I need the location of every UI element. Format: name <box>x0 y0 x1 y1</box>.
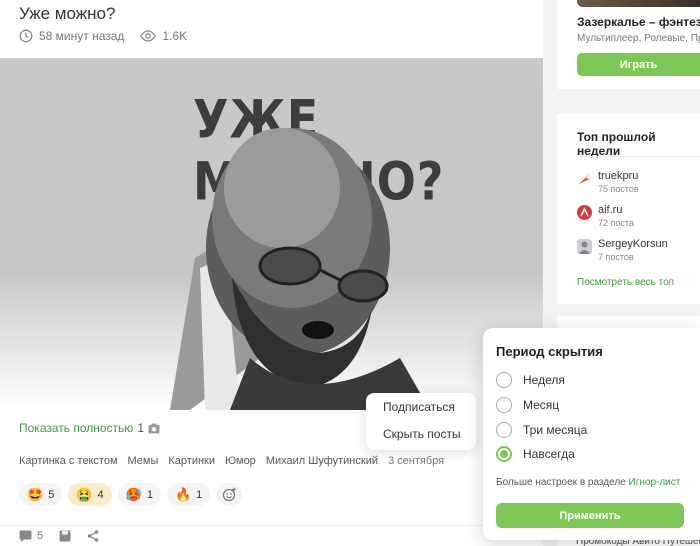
post-title[interactable]: Уже можно? <box>19 4 115 24</box>
apply-button[interactable]: Применить <box>496 503 684 528</box>
more-settings-text: Больше настроек в разделе Игнор-лист <box>496 477 680 488</box>
user-name: SergeyKorsun <box>598 238 668 250</box>
fire-emoji-icon: 🔥 <box>174 486 192 502</box>
subscribe-menu-item[interactable]: Подписаться <box>383 400 455 414</box>
add-emoji-icon <box>222 487 236 502</box>
game-genres: Мультиплеер, Ролевые, При <box>577 33 700 44</box>
reaction-count: 4 <box>97 488 104 501</box>
radio-button[interactable] <box>496 422 512 438</box>
star-eyes-emoji-icon: 🤩 <box>27 486 44 502</box>
game-promo-card: Зазеркалье – фэнтези М Мультиплеер, Роле… <box>557 0 700 89</box>
radio-button-checked[interactable] <box>496 446 512 462</box>
option-label: Месяц <box>523 398 560 412</box>
hide-period-popup: Период скрытия Неделя Месяц Три месяца Н… <box>483 328 700 540</box>
post-tags: Картинка с текстом Мемы Картинки Юмор Ми… <box>19 455 444 467</box>
reaction-count: 1 <box>196 488 203 501</box>
period-option-week[interactable]: Неделя <box>496 372 565 388</box>
option-label: Навсегда <box>523 447 575 461</box>
show-full-link[interactable]: Показать полностью <box>19 421 133 435</box>
user-avatar <box>577 239 592 254</box>
post-footer: 5 <box>0 525 543 546</box>
tag[interactable]: Картинка с текстом <box>19 455 118 467</box>
reaction-count: 5 <box>48 488 55 501</box>
tag[interactable]: Юмор <box>225 455 256 467</box>
option-label: Три месяца <box>523 423 588 437</box>
top-week-title: Топ прошлой недели <box>577 130 656 158</box>
reaction-button[interactable]: 🥵 1 <box>117 483 161 506</box>
top-user-item[interactable]: aif.ru 72 поста <box>577 204 634 228</box>
reaction-count: 1 <box>146 488 153 501</box>
comments-count: 5 <box>37 530 44 542</box>
user-name: truekpru <box>598 170 639 182</box>
game-name[interactable]: Зазеркалье – фэнтези М <box>577 15 700 29</box>
image-count: 1 <box>137 421 144 435</box>
post-time: 58 минут назад <box>39 29 125 43</box>
comments-button[interactable]: 5 <box>19 530 43 542</box>
user-post-count: 75 постов <box>598 184 639 194</box>
user-avatar <box>578 172 591 185</box>
post-views: 1.6K <box>162 29 188 43</box>
see-all-top-link[interactable]: Посмотреть весь топ <box>577 277 674 288</box>
vomit-emoji-icon: 🤮 <box>76 486 93 502</box>
clock-icon <box>19 29 33 43</box>
tag[interactable]: Мемы <box>128 455 159 467</box>
more-settings-label: Больше настроек в разделе <box>496 477 626 488</box>
reaction-button[interactable]: 🔥 1 <box>166 483 211 506</box>
post-meta: 58 минут назад 1.6K <box>19 29 187 43</box>
radio-button[interactable] <box>496 372 512 388</box>
play-button[interactable]: Играть <box>577 53 700 76</box>
user-avatar <box>577 205 592 220</box>
reaction-button[interactable]: 🤩 5 <box>19 483 63 506</box>
reaction-button[interactable]: 🤮 4 <box>68 483 112 506</box>
tag[interactable]: Михаил Шуфутинский <box>266 455 378 467</box>
user-name: aif.ru <box>598 204 623 216</box>
top-week-card: Топ прошлой недели truekpru 75 постов ai… <box>557 114 700 304</box>
eye-icon <box>140 30 157 42</box>
post-image[interactable]: УЖЕ МОЖНО? <box>0 58 543 410</box>
share-icon[interactable] <box>87 530 99 542</box>
reactions-bar: 🤩 5 🤮 4 🥵 1 🔥 1 <box>19 483 243 506</box>
ignore-list-link[interactable]: Игнор-лист <box>629 477 681 488</box>
post-card: Уже можно? 58 минут назад 1.6K УЖЕ МОЖНО… <box>0 0 543 546</box>
post-date: 3 сентября <box>387 455 445 467</box>
popup-title: Период скрытия <box>496 344 603 359</box>
period-option-forever[interactable]: Навсегда <box>496 446 575 462</box>
post-context-menu: Подписаться Скрыть посты <box>366 393 476 450</box>
user-post-count: 72 поста <box>598 218 634 228</box>
show-full-row: Показать полностью 1 <box>19 421 160 435</box>
comment-icon <box>19 530 32 542</box>
period-option-three-months[interactable]: Три месяца <box>496 422 587 438</box>
top-user-item[interactable]: truekpru 75 постов <box>577 170 639 194</box>
hide-posts-menu-item[interactable]: Скрыть посты <box>383 427 461 441</box>
user-post-count: 7 постов <box>598 252 634 262</box>
game-thumbnail[interactable] <box>577 0 700 7</box>
radio-button[interactable] <box>496 397 512 413</box>
option-label: Неделя <box>523 373 565 387</box>
period-option-month[interactable]: Месяц <box>496 397 559 413</box>
top-user-item[interactable]: SergeyKorsun 7 постов <box>577 238 668 262</box>
save-icon[interactable] <box>59 530 71 542</box>
hot-face-emoji-icon: 🥵 <box>125 486 142 502</box>
add-reaction-button[interactable] <box>216 483 243 506</box>
divider <box>577 156 700 157</box>
tag[interactable]: Картинки <box>168 455 215 467</box>
camera-icon <box>148 423 160 433</box>
portrait-illustration <box>170 128 430 410</box>
